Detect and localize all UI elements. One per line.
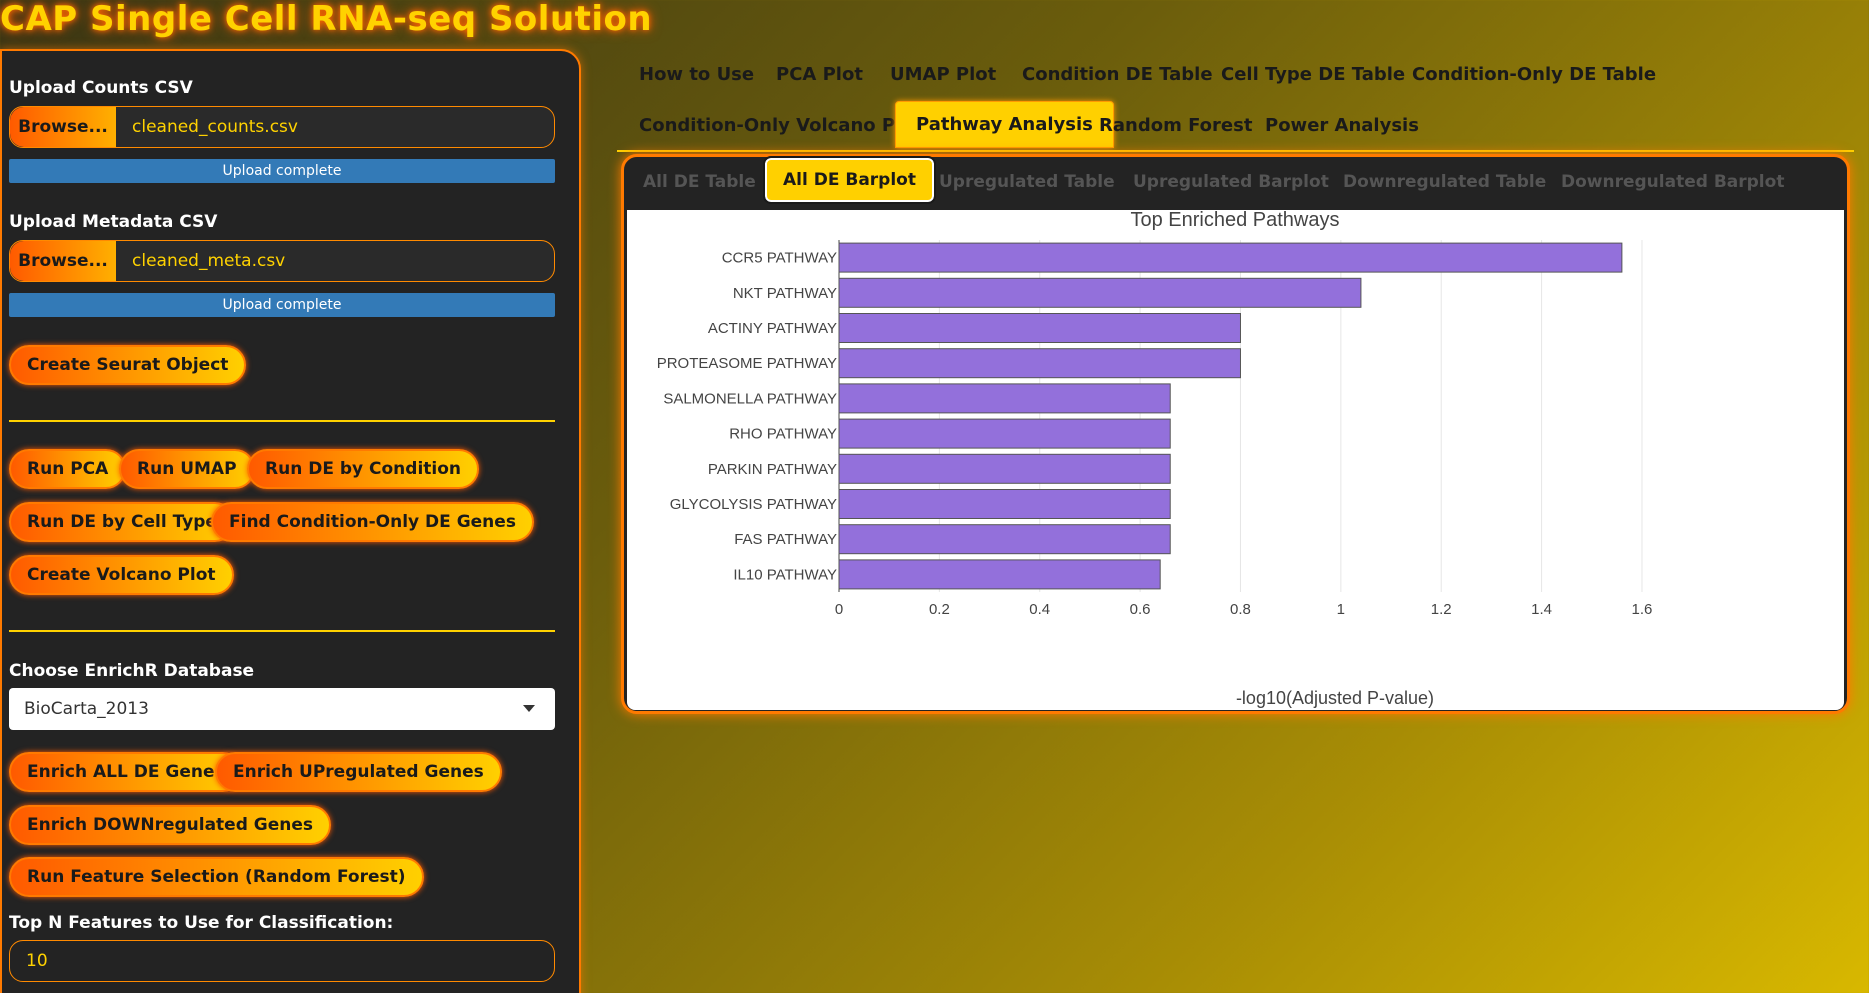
x-tick-label: 0.6 <box>1130 601 1151 618</box>
divider <box>9 630 555 632</box>
bar[interactable] <box>838 313 1241 343</box>
x-tick-label: 0 <box>835 601 843 618</box>
meta-file-input[interactable]: Browse... cleaned_meta.csv <box>9 240 555 282</box>
meta-upload-label: Upload Metadata CSV <box>9 212 218 232</box>
run-de-celltype-button[interactable]: Run DE by Cell Type <box>9 502 235 542</box>
subtab-downregulated-barplot[interactable]: Downregulated Barplot <box>1561 172 1784 192</box>
chart-title: Top Enriched Pathways <box>1130 210 1339 231</box>
y-tick-label: PARKIN PATHWAY <box>708 461 837 478</box>
topn-label: Top N Features to Use for Classification… <box>9 913 394 933</box>
meta-browse-button[interactable]: Browse... <box>10 241 116 281</box>
bar[interactable] <box>838 418 1171 449</box>
divider <box>9 420 555 422</box>
tab-condition-only-volcano[interactable]: Condition-Only Volcano Plot <box>639 115 922 136</box>
y-tick-label: NKT PATHWAY <box>733 285 837 302</box>
tab-condition-only-de-table[interactable]: Condition-Only DE Table <box>1412 64 1656 85</box>
tab-pathway-analysis[interactable]: Pathway Analysis <box>895 101 1114 148</box>
counts-file-name: cleaned_counts.csv <box>132 117 298 137</box>
meta-upload-progress: Upload complete <box>9 293 555 317</box>
enrich-up-button[interactable]: Enrich UPregulated Genes <box>215 752 502 792</box>
run-umap-button[interactable]: Run UMAP <box>119 449 255 489</box>
enrichr-db-select[interactable]: BioCarta_2013 <box>9 688 555 730</box>
run-pca-button[interactable]: Run PCA <box>9 449 127 489</box>
counts-browse-button[interactable]: Browse... <box>10 107 116 147</box>
topn-input[interactable]: 10 <box>9 940 555 982</box>
bar[interactable] <box>838 489 1171 519</box>
x-tick-label: 0.2 <box>929 601 950 618</box>
y-tick-label: CCR5 PATHWAY <box>722 250 837 267</box>
chevron-down-icon <box>523 705 535 712</box>
tab-random-forest[interactable]: Random Forest <box>1099 115 1252 136</box>
tab-celltype-de-table[interactable]: Cell Type DE Table <box>1221 64 1405 85</box>
bar[interactable] <box>838 242 1623 273</box>
subtab-upregulated-table[interactable]: Upregulated Table <box>939 172 1115 192</box>
bar[interactable] <box>838 277 1362 308</box>
tab-power-analysis[interactable]: Power Analysis <box>1265 115 1419 136</box>
tab-underline <box>617 150 1854 152</box>
counts-upload-label: Upload Counts CSV <box>9 78 193 98</box>
y-tick-label: IL10 PATHWAY <box>733 566 837 583</box>
y-tick-label: RHO PATHWAY <box>729 426 837 443</box>
y-tick-label: ACTINY PATHWAY <box>708 320 837 337</box>
tab-pca-plot[interactable]: PCA Plot <box>776 64 863 85</box>
enrichr-db-label: Choose EnrichR Database <box>9 661 255 681</box>
subtab-all-de-table[interactable]: All DE Table <box>643 172 756 192</box>
run-random-forest-button[interactable]: Run Feature Selection (Random Forest) <box>9 857 424 897</box>
counts-file-input[interactable]: Browse... cleaned_counts.csv <box>9 106 555 148</box>
y-tick-label: GLYCOLYSIS PATHWAY <box>670 496 837 513</box>
enriched-pathways-chart: Top Enriched Pathways -log10(Adjusted P-… <box>627 209 1844 710</box>
x-axis-label: -log10(Adjusted P-value) <box>1236 688 1434 708</box>
y-tick-label: FAS PATHWAY <box>734 531 837 548</box>
x-tick-label: 0.4 <box>1029 601 1050 618</box>
enrichr-db-value: BioCarta_2013 <box>24 699 149 719</box>
create-seurat-button[interactable]: Create Seurat Object <box>9 345 247 385</box>
app-title: CAP Single Cell RNA-seq Solution <box>0 0 653 39</box>
x-tick-label: 1.4 <box>1531 601 1552 618</box>
bar[interactable] <box>838 348 1241 379</box>
bar[interactable] <box>838 383 1171 414</box>
create-volcano-button[interactable]: Create Volcano Plot <box>9 555 234 595</box>
x-tick-label: 0.8 <box>1230 601 1251 618</box>
tab-umap-plot[interactable]: UMAP Plot <box>890 64 996 85</box>
x-tick-label: 1 <box>1337 601 1345 618</box>
bar-chart-svg: Top Enriched Pathways -log10(Adjusted P-… <box>657 209 1653 708</box>
x-tick-label: 1.6 <box>1632 601 1653 618</box>
find-condition-only-de-button[interactable]: Find Condition-Only DE Genes <box>211 502 534 542</box>
subtab-downregulated-table[interactable]: Downregulated Table <box>1343 172 1546 192</box>
bar[interactable] <box>838 524 1171 555</box>
tab-condition-de-table[interactable]: Condition DE Table <box>1022 64 1213 85</box>
bar[interactable] <box>838 559 1161 590</box>
enrich-down-button[interactable]: Enrich DOWNregulated Genes <box>9 805 332 845</box>
bar[interactable] <box>838 453 1171 484</box>
counts-upload-progress: Upload complete <box>9 159 555 183</box>
meta-file-name: cleaned_meta.csv <box>132 251 286 271</box>
y-tick-label: SALMONELLA PATHWAY <box>663 390 837 407</box>
x-tick-label: 1.2 <box>1431 601 1452 618</box>
tab-how-to-use[interactable]: How to Use <box>639 64 754 85</box>
y-tick-label: PROTEASOME PATHWAY <box>657 355 837 372</box>
subtab-upregulated-barplot[interactable]: Upregulated Barplot <box>1133 172 1329 192</box>
subtab-all-de-barplot[interactable]: All DE Barplot <box>763 156 936 204</box>
run-de-condition-button[interactable]: Run DE by Condition <box>247 449 480 489</box>
enrich-all-button[interactable]: Enrich ALL DE Genes <box>9 752 243 792</box>
